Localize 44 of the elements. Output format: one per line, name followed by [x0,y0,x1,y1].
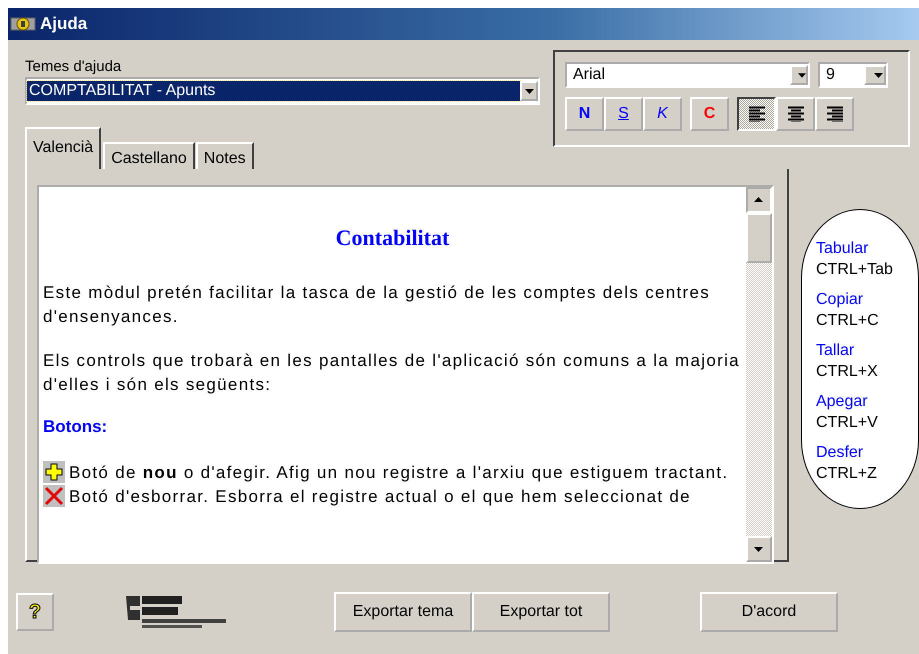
export-topic-button[interactable]: Exportar tema [334,592,472,632]
item-text: Botó d'esborrar. Esborra el registre actual o el que hem seleccionat de [69,486,691,508]
dropdown-arrow-icon [874,72,882,78]
shortcut-keys: CTRL+Z [816,463,918,484]
field-label: Temes d'ajuda [25,58,122,76]
ok-button[interactable]: D'acord [700,592,838,632]
shortcut-keys: CTRL+X [816,361,918,382]
size-dropdown[interactable]: 9 [818,62,888,88]
align-center-icon [788,106,804,122]
paragraph: Este mòdul pretén facilitar la tasca de la gestió de les comptes dels centres d'ensenyances. [43,282,712,328]
item-text: Botó de nou o d'afegir. Afig un nou registre a l'arxiu que estiguem tractant. [69,462,728,484]
shortcut-action: Tabular [816,239,870,259]
paragraph: Els controls que trobarà en les pantalles de l'aplicació són comuns a la majoria d'elles i són els següents: [43,350,741,396]
window-title: Ajuda [40,14,88,34]
dropdown-arrow-icon [754,546,764,552]
shortcut-action: Copiar [816,290,864,310]
align-right-icon [826,106,842,122]
shortcut-action: Desfer [816,443,864,463]
dropdown-arrow-icon [798,72,806,78]
export-all-button[interactable]: Exportar tot [472,592,610,632]
align-left-icon [748,106,764,122]
tab[interactable]: Castellano [103,142,195,169]
scrollbar-thumb[interactable] [746,213,772,263]
italic-button[interactable]: K [643,97,682,131]
document-title: Contabilitat [334,225,450,251]
section-heading: Botons: [43,417,108,437]
underline-button[interactable]: S [604,97,643,131]
delete-icon [43,485,65,507]
plus-icon [43,461,65,483]
tab[interactable]: Notes [196,142,254,169]
app-icon [10,15,36,33]
shortcut-keys: CTRL+Tab [816,259,918,280]
font-dropdown[interactable]: Arial [565,62,810,88]
scrollbar[interactable] [746,187,772,562]
dropdown-arrow-icon [524,88,534,94]
shortcut-keys: CTRL+V [816,412,918,433]
dropdown-arrow-icon [754,198,764,202]
shortcut-action: Tallar [816,341,856,361]
shortcut-action: Apegar [816,392,869,412]
shortcut-keys: CTRL+C [816,310,918,331]
tab[interactable]: Valencià [25,127,102,169]
align-button[interactable] [737,97,776,131]
topic-dropdown[interactable]: COMPTABILITAT - Apunts [25,77,540,105]
bold-button[interactable]: N [565,97,604,131]
